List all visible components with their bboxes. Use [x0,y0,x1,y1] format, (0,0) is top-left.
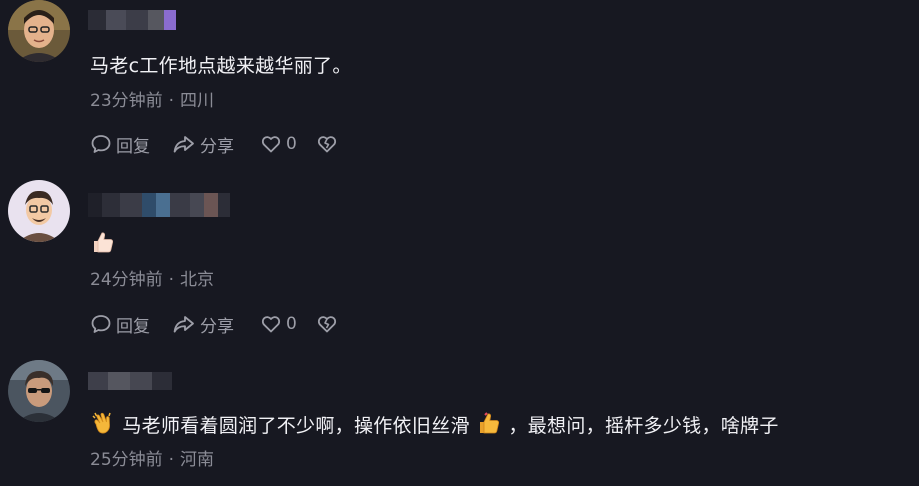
share-arrow-icon [172,133,196,155]
like-count: 0 [286,314,297,334]
dislike-button[interactable] [316,313,338,335]
comment-text [90,229,116,260]
username-obscured[interactable] [88,10,178,30]
like-button[interactable]: 0 [260,133,316,155]
avatar[interactable] [8,360,70,422]
separator: · [168,270,175,290]
comment-time: 23分钟前 [90,91,163,111]
like-button[interactable]: 0 [260,313,316,335]
comment-time: 25分钟前 [90,450,163,470]
reply-bubble-icon [90,133,112,155]
comment-location: 北京 [180,270,215,290]
like-count: 0 [286,134,297,154]
share-label: 分享 [200,136,234,157]
reply-bubble-icon [90,313,112,335]
comment-text-part1: 马老师看着圆润了不少啊，操作依旧丝滑 [122,415,470,437]
comment-actions: 回复 分享 0 [90,132,338,157]
thumbs-up-emoji [476,410,502,441]
comment-location: 四川 [180,91,215,111]
broken-heart-icon [316,133,338,155]
username-obscured[interactable] [88,372,172,390]
separator: · [168,450,175,470]
share-arrow-icon [172,313,196,335]
reply-label: 回复 [116,136,150,157]
comment-text: 马老c工作地点越来越华丽了。 [90,55,352,77]
dislike-button[interactable] [316,133,338,155]
comment-text-part2: ，最想问，摇杆多少钱，啥牌子 [508,415,779,437]
comment-meta: 24分钟前 · 北京 [90,265,214,290]
reply-button[interactable]: 回复 [90,312,172,337]
reply-label: 回复 [116,316,150,337]
comment-meta: 23分钟前 · 四川 [90,86,214,111]
thumbs-up-emoji [90,229,116,260]
share-label: 分享 [200,316,234,337]
username-obscured[interactable] [88,193,230,217]
reply-button[interactable]: 回复 [90,132,172,157]
comment-text: 马老师看着圆润了不少啊，操作依旧丝滑 ，最想问，摇杆多少钱，啥牌子 [90,410,779,441]
heart-icon [260,133,282,155]
comment-actions: 回复 分享 0 [90,312,338,337]
avatar[interactable] [8,0,70,62]
clapping-hands-emoji [90,410,116,441]
avatar[interactable] [8,180,70,242]
separator: · [168,91,175,111]
share-button[interactable]: 分享 [172,132,260,157]
broken-heart-icon [316,313,338,335]
comment-time: 24分钟前 [90,270,163,290]
heart-icon [260,313,282,335]
comment-location: 河南 [180,450,215,470]
comment-meta: 25分钟前 · 河南 [90,445,214,470]
share-button[interactable]: 分享 [172,312,260,337]
